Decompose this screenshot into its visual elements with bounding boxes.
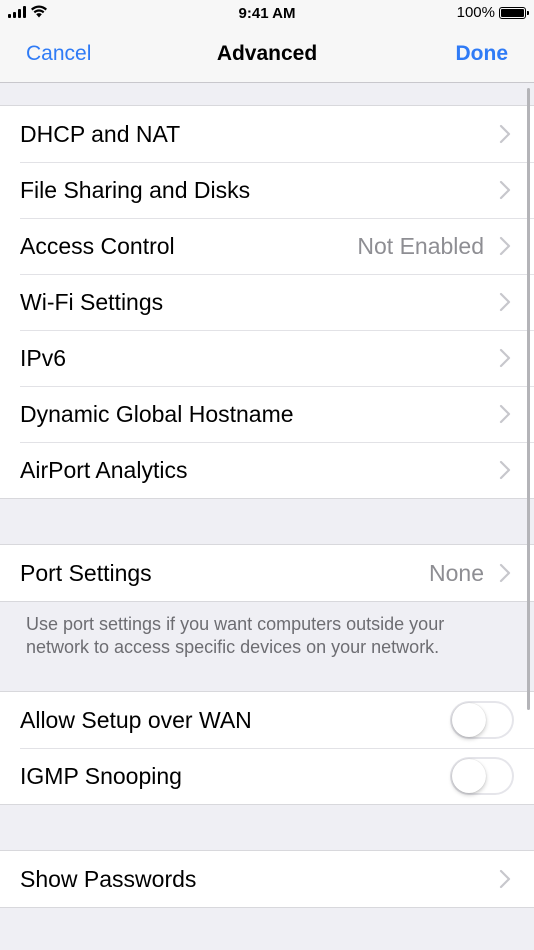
row-label: IGMP Snooping — [20, 762, 182, 789]
network-options-group: Allow Setup over WAN IGMP Snooping — [0, 691, 534, 805]
toggle-knob — [452, 703, 486, 737]
done-button[interactable]: Done — [456, 42, 509, 66]
row-label: File Sharing and Disks — [20, 176, 251, 203]
row-label: Wi-Fi Settings — [20, 288, 164, 315]
chevron-right-icon — [499, 348, 511, 368]
row-label: Port Settings — [20, 559, 152, 586]
status-time: 9:41 AM — [238, 5, 296, 22]
row-label: AirPort Analytics — [20, 456, 188, 483]
dhcp-and-nat-row[interactable]: DHCP and NAT — [0, 106, 534, 162]
port-settings-value: None — [429, 559, 484, 586]
chevron-right-icon — [499, 180, 511, 200]
allow-setup-over-wan-row: Allow Setup over WAN — [0, 692, 534, 748]
row-label: Access Control — [20, 232, 175, 259]
row-label: Dynamic Global Hostname — [20, 400, 294, 427]
chevron-right-icon — [499, 292, 511, 312]
chevron-right-icon — [499, 404, 511, 424]
port-settings-group: Port Settings None — [0, 544, 534, 602]
scroll-indicator[interactable] — [527, 88, 530, 710]
row-label: DHCP and NAT — [20, 120, 181, 147]
show-passwords-row[interactable]: Show Passwords — [0, 851, 534, 907]
airport-analytics-row[interactable]: AirPort Analytics — [0, 442, 534, 498]
chevron-right-icon — [499, 124, 511, 144]
status-bar: 9:41 AM 100% — [0, 0, 534, 30]
wifi-settings-row[interactable]: Wi-Fi Settings — [0, 274, 534, 330]
row-label: IPv6 — [20, 344, 67, 371]
settings-content: DHCP and NAT File Sharing and Disks Acce… — [0, 83, 534, 908]
chevron-right-icon — [499, 460, 511, 480]
chevron-right-icon — [499, 869, 511, 889]
dynamic-global-hostname-row[interactable]: Dynamic Global Hostname — [0, 386, 534, 442]
port-settings-row[interactable]: Port Settings None — [0, 545, 534, 601]
igmp-snooping-toggle[interactable] — [450, 757, 514, 795]
igmp-snooping-row: IGMP Snooping — [0, 748, 534, 804]
page-title: Advanced — [216, 42, 318, 65]
battery-percent: 100% — [456, 4, 495, 21]
battery-fill — [501, 8, 524, 17]
access-control-row[interactable]: Access Control Not Enabled — [0, 218, 534, 274]
row-label: Allow Setup over WAN — [20, 706, 252, 733]
toggle-knob — [452, 759, 486, 793]
allow-setup-over-wan-toggle[interactable] — [450, 701, 514, 739]
status-right: 100% — [456, 4, 529, 21]
row-label: Show Passwords — [20, 865, 197, 892]
passwords-group: Show Passwords — [0, 850, 534, 908]
file-sharing-and-disks-row[interactable]: File Sharing and Disks — [0, 162, 534, 218]
advanced-settings-group: DHCP and NAT File Sharing and Disks Acce… — [0, 105, 534, 499]
port-settings-footer: Use port settings if you want computers … — [26, 614, 445, 657]
chevron-right-icon — [499, 563, 511, 583]
access-control-value: Not Enabled — [357, 232, 484, 259]
battery-icon — [499, 6, 529, 19]
navigation-bar: Cancel Advanced Done — [0, 30, 534, 83]
ipv6-row[interactable]: IPv6 — [0, 330, 534, 386]
chevron-right-icon — [499, 236, 511, 256]
